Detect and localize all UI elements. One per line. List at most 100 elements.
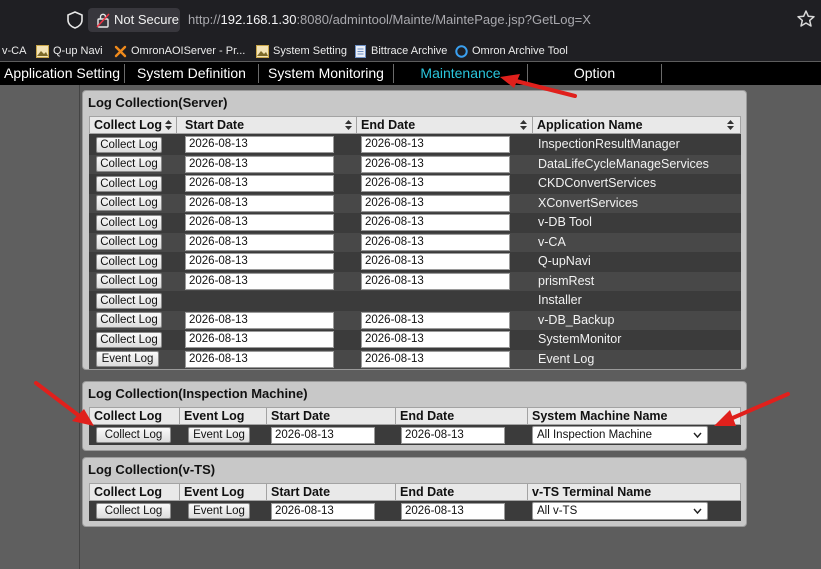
- vts-log-table: Collect Log Event Log Start Date End Dat…: [89, 483, 741, 521]
- vts-collect-log-button[interactable]: Collect Log: [96, 503, 171, 519]
- start-date-field[interactable]: 2026-08-13: [185, 233, 334, 251]
- start-date-field[interactable]: 2026-08-13: [185, 311, 334, 329]
- collect-log-button[interactable]: Collect Log: [96, 292, 162, 309]
- bookmark-label: OmronAOIServer - Pr...: [131, 45, 246, 57]
- column-header-collect-log[interactable]: Collect Log: [90, 117, 175, 133]
- start-date-field[interactable]: 2026-08-13: [185, 350, 334, 368]
- url-field[interactable]: http://192.168.1.30:8080/admintool/Maint…: [188, 12, 591, 27]
- start-date-field[interactable]: 2026-08-13: [185, 136, 334, 153]
- start-date-field[interactable]: 2026-08-13: [185, 155, 334, 173]
- vts-log-panel: Log Collection(v-TS) Collect Log Event L…: [82, 457, 747, 527]
- table-row: Collect Log 2026-08-13 2026-08-13 SystemMon…: [89, 330, 741, 350]
- left-sidebar-strip: [0, 85, 80, 569]
- start-date-field[interactable]: 2026-08-13: [185, 214, 334, 231]
- nav-system-definition[interactable]: System Definition: [125, 62, 258, 85]
- end-date-field[interactable]: 2026-08-13: [361, 194, 510, 212]
- vts-start-date-field[interactable]: 2026-08-13: [271, 503, 375, 520]
- start-date-field[interactable]: 2026-08-13: [185, 253, 334, 270]
- end-date-field[interactable]: 2026-08-13: [361, 253, 510, 270]
- bookmark-v-ca[interactable]: v-CA: [2, 43, 26, 59]
- system-machine-select[interactable]: All Inspection Machine: [532, 426, 708, 444]
- start-date-field[interactable]: 2026-08-13: [185, 331, 334, 348]
- server-panel-title: Log Collection(Server): [88, 95, 228, 110]
- collect-log-button[interactable]: Collect Log: [96, 331, 162, 348]
- bookmark-label: System Setting: [273, 45, 347, 57]
- column-header-label: Application Name: [537, 118, 643, 132]
- collect-log-button[interactable]: Collect Log: [96, 253, 162, 270]
- application-name: InspectionResultManager: [538, 137, 680, 151]
- nav-maintenance[interactable]: Maintenance: [394, 62, 527, 85]
- security-label: Not Secure: [114, 12, 180, 27]
- nav-system-monitoring[interactable]: System Monitoring: [259, 62, 393, 85]
- column-header-end-date: End Date: [400, 485, 455, 499]
- vts-end-date-field[interactable]: 2026-08-13: [401, 503, 505, 520]
- bookmark-omron-archive-tool[interactable]: Omron Archive Tool: [455, 43, 568, 59]
- inspection-event-log-button[interactable]: Event Log: [188, 427, 250, 443]
- vts-terminal-select[interactable]: All v-TS: [532, 502, 708, 520]
- column-header-start-date[interactable]: Start Date: [181, 117, 356, 133]
- column-header-event-log: Event Log: [184, 409, 245, 423]
- table-row: Collect Log 2026-08-13 2026-08-13 DataLifeC…: [89, 154, 741, 174]
- end-date-field[interactable]: 2026-08-13: [361, 272, 510, 290]
- column-divider: [176, 117, 177, 133]
- end-date-field[interactable]: 2026-08-13: [361, 331, 510, 348]
- start-date-field[interactable]: 2026-08-13: [185, 175, 334, 192]
- application-name: v-DB_Backup: [538, 312, 615, 327]
- collect-log-button[interactable]: Collect Log: [96, 312, 162, 328]
- start-date-field[interactable]: 2026-08-13: [185, 272, 334, 290]
- sort-icon: [165, 120, 172, 130]
- system-machine-selected-value: All Inspection Machine: [537, 429, 653, 441]
- start-date-field[interactable]: 2026-08-13: [185, 194, 334, 212]
- event-log-button[interactable]: Event Log: [96, 351, 159, 367]
- table-row: Collect Log 2026-08-13 2026-08-13 Inspectio…: [89, 135, 741, 155]
- collect-log-button[interactable]: Collect Log: [96, 214, 162, 231]
- end-date-field[interactable]: 2026-08-13: [361, 350, 510, 368]
- url-host: 192.168.1.30: [220, 12, 297, 27]
- inspection-start-date-field[interactable]: 2026-08-13: [271, 427, 375, 444]
- collect-log-button[interactable]: Collect Log: [96, 175, 162, 192]
- chevron-down-icon: [693, 508, 702, 515]
- column-header-vts-terminal-name: v-TS Terminal Name: [532, 485, 652, 499]
- application-name: XConvertServices: [538, 195, 639, 210]
- table-row: Collect Log 2026-08-13 2026-08-13 Q-upNavi: [89, 252, 741, 272]
- application-name: prismRest: [538, 273, 595, 288]
- nav-application-setting[interactable]: Application Setting: [0, 62, 124, 85]
- nav-option[interactable]: Option: [528, 62, 661, 85]
- bookmark-q-up-navi[interactable]: Q-up Navi: [36, 43, 103, 59]
- end-date-field[interactable]: 2026-08-13: [361, 155, 510, 173]
- browser-address-bar: Not Secure http://192.168.1.30:8080/admi…: [0, 0, 821, 40]
- bookmark-star-icon[interactable]: [796, 9, 816, 29]
- inspection-panel-title: Log Collection(Inspection Machine): [88, 386, 308, 401]
- bookmark-omron-aoi-server[interactable]: OmronAOIServer - Pr...: [114, 43, 245, 59]
- url-path: :8080/admintool/Mainte/MaintePage.jsp?Ge…: [296, 12, 591, 27]
- bookmark-bittrace-archive[interactable]: Bittrace Archive: [354, 43, 447, 59]
- inspection-collect-log-button[interactable]: Collect Log: [96, 427, 171, 443]
- tools-x-icon: [114, 45, 127, 57]
- collect-log-button[interactable]: Collect Log: [96, 156, 162, 172]
- shield-icon[interactable]: [66, 10, 84, 30]
- end-date-field[interactable]: 2026-08-13: [361, 311, 510, 329]
- globe-icon: [455, 44, 468, 58]
- bookmark-label: Omron Archive Tool: [472, 45, 568, 57]
- collect-log-button[interactable]: Collect Log: [96, 234, 162, 250]
- vts-event-log-button[interactable]: Event Log: [188, 503, 250, 519]
- end-date-field[interactable]: 2026-08-13: [361, 233, 510, 251]
- sort-icon: [345, 120, 352, 130]
- table-row: Event Log 2026-08-13 2026-08-13 Event Log: [89, 349, 741, 369]
- app-nav-bar: Application Setting System Definition Sy…: [0, 62, 821, 85]
- collect-log-button[interactable]: Collect Log: [96, 273, 162, 289]
- application-name: Installer: [538, 293, 582, 307]
- vts-terminal-selected-value: All v-TS: [537, 505, 578, 517]
- end-date-field[interactable]: 2026-08-13: [361, 175, 510, 192]
- inspection-end-date-field[interactable]: 2026-08-13: [401, 427, 505, 444]
- bookmark-system-setting[interactable]: System Setting: [256, 43, 347, 59]
- column-header-start-date: Start Date: [271, 485, 331, 499]
- column-header-end-date[interactable]: End Date: [357, 117, 532, 133]
- collect-log-button[interactable]: Collect Log: [96, 136, 162, 153]
- server-log-panel: Log Collection(Server) Collect Log Start…: [82, 90, 747, 370]
- column-header-system-machine-name: System Machine Name: [532, 409, 668, 423]
- collect-log-button[interactable]: Collect Log: [96, 195, 162, 211]
- column-header-application-name[interactable]: Application Name: [533, 117, 738, 133]
- end-date-field[interactable]: 2026-08-13: [361, 136, 510, 153]
- end-date-field[interactable]: 2026-08-13: [361, 214, 510, 231]
